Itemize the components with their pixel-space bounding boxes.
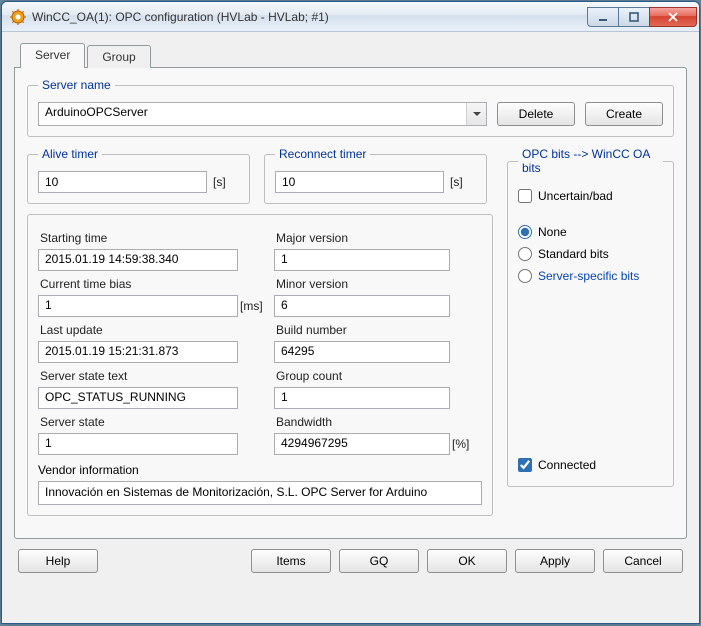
starting-time-value: 2015.01.19 14:59:38.340 <box>38 249 238 271</box>
opc-bits-group: OPC bits --> WinCC OA bits Uncertain/bad… <box>507 147 674 487</box>
button-bar: Help Items GQ OK Apply Cancel <box>14 539 687 573</box>
server-state-label: Server state <box>38 413 238 429</box>
major-version-label: Major version <box>274 229 450 245</box>
major-version-value: 1 <box>274 249 450 271</box>
reconnect-timer-input[interactable] <box>275 171 444 193</box>
server-specific-radio[interactable] <box>518 269 532 283</box>
bandwidth-label: Bandwidth <box>274 413 450 429</box>
connected-checkbox[interactable] <box>518 458 532 472</box>
connected-label: Connected <box>538 458 596 472</box>
minor-version-value: 6 <box>274 295 450 317</box>
vendor-info-label: Vendor information <box>38 463 482 477</box>
current-time-bias-value: 1 <box>38 295 238 317</box>
minor-version-label: Minor version <box>274 275 450 291</box>
window-controls <box>588 7 697 27</box>
none-label: None <box>538 225 567 239</box>
alive-timer-group: Alive timer [s] <box>27 147 250 204</box>
bandwidth-unit: [%] <box>452 437 478 451</box>
reconnect-timer-unit: [s] <box>450 175 476 189</box>
bandwidth-value: 4294967295 <box>274 433 450 455</box>
server-name-select[interactable]: ArduinoOPCServer <box>38 102 487 126</box>
current-time-bias-unit: [ms] <box>240 299 266 313</box>
server-specific-label: Server-specific bits <box>538 269 639 283</box>
server-info-group: Starting time Major version 2015.01.19 1… <box>27 214 493 516</box>
group-count-value: 1 <box>274 387 450 409</box>
group-count-label: Group count <box>274 367 450 383</box>
minimize-button[interactable] <box>587 7 619 27</box>
dropdown-arrow-icon <box>466 103 486 125</box>
build-number-label: Build number <box>274 321 450 337</box>
items-button[interactable]: Items <box>251 549 331 573</box>
server-name-group: Server name ArduinoOPCServer Delete Crea… <box>27 78 674 137</box>
alive-timer-unit: [s] <box>213 175 239 189</box>
last-update-label: Last update <box>38 321 238 337</box>
maximize-button[interactable] <box>618 7 650 27</box>
app-icon <box>10 9 26 25</box>
server-name-legend: Server name <box>38 78 115 92</box>
cancel-button[interactable]: Cancel <box>603 549 683 573</box>
tab-group[interactable]: Group <box>87 45 150 68</box>
standard-label: Standard bits <box>538 247 609 261</box>
alive-timer-legend: Alive timer <box>38 147 102 161</box>
window-title: WinCC_OA(1): OPC configuration (HVLab - … <box>32 10 588 24</box>
uncertain-label: Uncertain/bad <box>538 189 613 203</box>
titlebar[interactable]: WinCC_OA(1): OPC configuration (HVLab - … <box>2 2 699 32</box>
opc-bits-legend: OPC bits --> WinCC OA bits <box>518 147 663 175</box>
apply-button[interactable]: Apply <box>515 549 595 573</box>
starting-time-label: Starting time <box>38 229 238 245</box>
client-area: Server Group Server name ArduinoOPCServe… <box>2 32 699 583</box>
close-button[interactable] <box>649 7 697 27</box>
server-state-value: 1 <box>38 433 238 455</box>
tab-server[interactable]: Server <box>20 43 85 68</box>
current-time-bias-label: Current time bias <box>38 275 238 291</box>
server-state-text-label: Server state text <box>38 367 238 383</box>
window-frame: WinCC_OA(1): OPC configuration (HVLab - … <box>1 1 700 624</box>
reconnect-timer-group: Reconnect timer [s] <box>264 147 487 204</box>
tab-row: Server Group <box>20 45 687 68</box>
build-number-value: 64295 <box>274 341 450 363</box>
reconnect-timer-legend: Reconnect timer <box>275 147 370 161</box>
gq-button[interactable]: GQ <box>339 549 419 573</box>
server-name-value: ArduinoOPCServer <box>45 105 148 119</box>
server-state-text-value: OPC_STATUS_RUNNING <box>38 387 238 409</box>
tab-panel: Server name ArduinoOPCServer Delete Crea… <box>14 67 687 539</box>
ok-button[interactable]: OK <box>427 549 507 573</box>
create-button[interactable]: Create <box>585 102 663 126</box>
help-button[interactable]: Help <box>18 549 98 573</box>
none-radio[interactable] <box>518 225 532 239</box>
last-update-value: 2015.01.19 15:21:31.873 <box>38 341 238 363</box>
alive-timer-input[interactable] <box>38 171 207 193</box>
delete-button[interactable]: Delete <box>497 102 575 126</box>
vendor-info-value: Innovación en Sistemas de Monitorización… <box>38 481 482 505</box>
uncertain-checkbox[interactable] <box>518 189 532 203</box>
standard-radio[interactable] <box>518 247 532 261</box>
